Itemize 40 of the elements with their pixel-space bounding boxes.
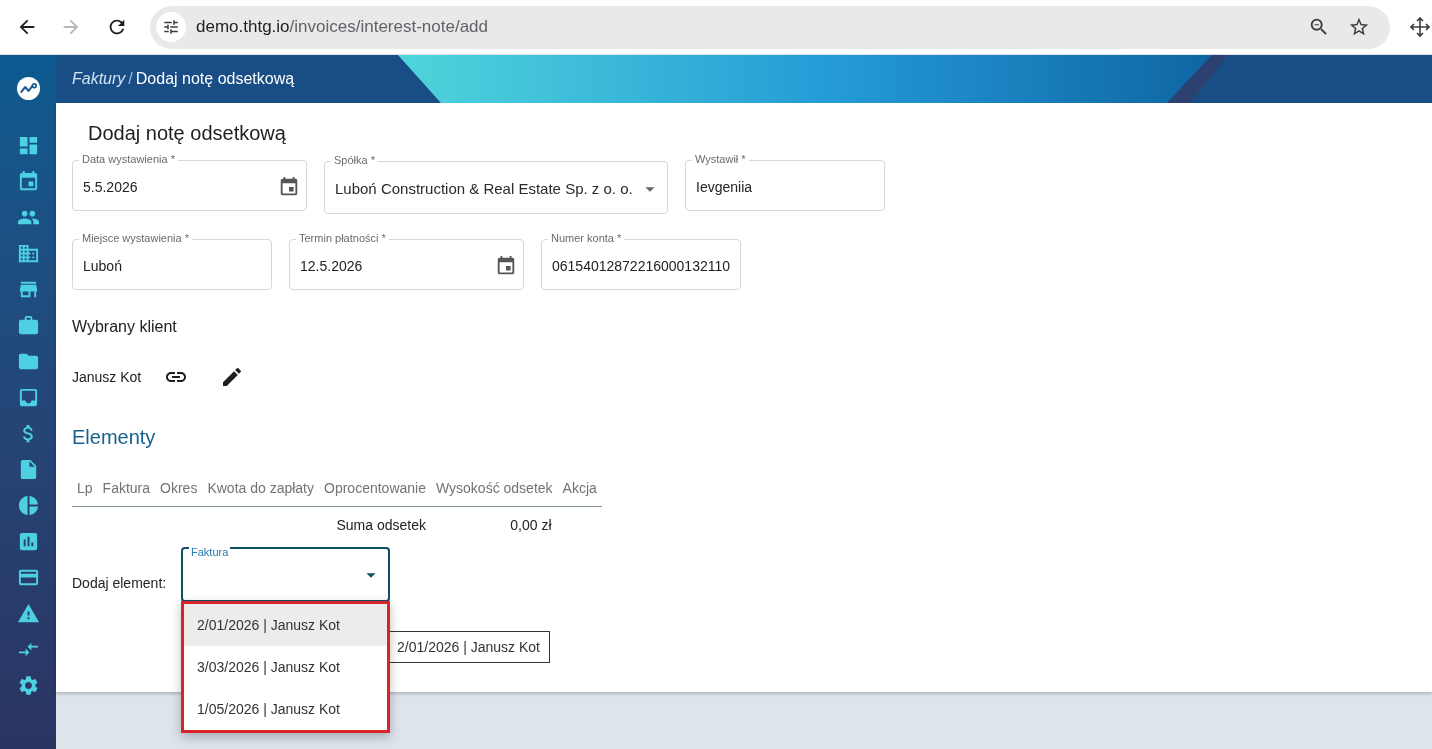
column-header: Kwota do zapłaty (202, 468, 319, 507)
field-label: Faktura (189, 546, 231, 559)
breadcrumb-current: Dodaj notę odsetkową (135, 69, 295, 89)
tooltip: 2/01/2026 | Janusz Kot (387, 631, 550, 663)
column-header: Oprocentowanie (319, 468, 431, 507)
calendar-icon[interactable] (495, 255, 517, 277)
client-name: Janusz Kot (72, 367, 142, 387)
breadcrumb-link[interactable]: Faktury (72, 67, 126, 91)
column-header: Faktura (97, 468, 156, 507)
star-icon[interactable] (1348, 16, 1370, 38)
field-label: Termin płatności * (296, 232, 389, 245)
site-info-icon[interactable] (156, 12, 186, 42)
field-label: Spółka * (331, 154, 378, 167)
breadcrumb-separator: / (128, 69, 133, 89)
field-label: Miejsce wystawienia * (79, 232, 192, 245)
page-title: Dodaj notę odsetkową (88, 121, 286, 146)
briefcase-icon[interactable] (16, 313, 40, 337)
pie-chart-icon[interactable] (16, 493, 40, 517)
column-header: Okres (155, 468, 203, 507)
total-label: Suma odsetek (319, 506, 431, 543)
address-bar[interactable]: demo.thtg.io/invoices/interest-note/add (150, 5, 1390, 49)
section-heading: Wybrany klient (72, 318, 177, 335)
field-label: Data wystawienia * (79, 153, 178, 166)
url-text[interactable]: demo.thtg.io/invoices/interest-note/add (196, 14, 488, 40)
menu-option[interactable]: 3/03/2026 | Janusz Kot (184, 646, 387, 688)
total-value: 0,00 zł (430, 506, 558, 543)
column-header: Wysokość odsetek (430, 468, 558, 507)
column-header: Lp (72, 468, 98, 507)
calendar-icon[interactable] (278, 176, 300, 198)
menu-option[interactable]: 1/05/2026 | Janusz Kot (184, 688, 387, 730)
section-heading: Elementy (72, 426, 156, 448)
add-element-label: Dodaj element: (72, 575, 167, 591)
field-label: Wystawił * (692, 153, 749, 166)
column-header: Akcja (557, 468, 602, 507)
logo-icon[interactable] (16, 77, 40, 100)
field-label: Numer konta * (548, 232, 625, 245)
warning-icon[interactable] (16, 601, 40, 625)
move-icon[interactable] (1410, 17, 1430, 37)
menu-option[interactable]: 2/01/2026 | Janusz Kot (184, 604, 387, 646)
zoom-out-icon[interactable] (1308, 16, 1330, 38)
